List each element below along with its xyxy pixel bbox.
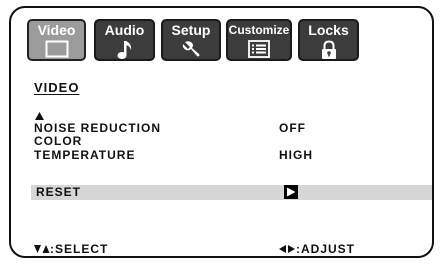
noise-reduction-value[interactable]: OFF	[279, 122, 306, 134]
monitor-icon	[45, 40, 68, 58]
color-temperature-value[interactable]: HIGH	[279, 149, 313, 161]
color-temperature-label-line1: COLOR	[34, 134, 83, 148]
tab-customize[interactable]: Customize	[226, 19, 292, 61]
menu-screen: Video Audio Setup Customize Locks VIDEO …	[9, 6, 434, 258]
down-up-arrows-icon	[34, 245, 50, 253]
select-hint-text: :SELECT	[50, 242, 109, 256]
tab-setup[interactable]: Setup	[161, 19, 221, 61]
music-note-icon	[117, 41, 131, 59]
reset-button[interactable]	[284, 185, 298, 199]
padlock-icon	[321, 40, 336, 59]
tab-locks[interactable]: Locks	[298, 19, 359, 61]
adjust-hint-text: :ADJUST	[296, 242, 356, 256]
noise-reduction-label: NOISE REDUCTION	[34, 121, 162, 135]
tab-video-label: Video	[37, 22, 76, 38]
reset-row[interactable]: RESET	[31, 185, 432, 200]
tab-audio[interactable]: Audio	[94, 19, 155, 61]
tab-customize-label: Customize	[228, 23, 290, 37]
color-temperature-label-line2: TEMPERATURE	[34, 148, 136, 162]
tab-bar: Video Audio Setup Customize Locks	[11, 19, 432, 61]
section-title: VIDEO	[34, 80, 80, 95]
scroll-up-arrow-icon	[35, 112, 44, 120]
tab-setup-label: Setup	[171, 22, 211, 38]
wrench-icon	[182, 41, 200, 57]
tab-locks-label: Locks	[308, 22, 349, 38]
left-right-arrows-icon	[279, 245, 295, 253]
tab-audio-label: Audio	[104, 22, 145, 38]
reset-label: RESET	[36, 185, 82, 199]
adjust-hint: :ADJUST	[279, 243, 355, 256]
list-icon	[248, 40, 270, 58]
play-icon	[287, 187, 296, 197]
select-hint: :SELECT	[34, 243, 108, 256]
tab-video[interactable]: Video	[27, 19, 86, 61]
